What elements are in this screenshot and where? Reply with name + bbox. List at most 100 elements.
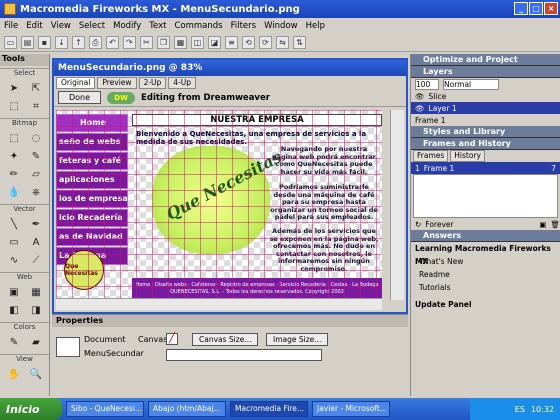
copy-icon[interactable]: ❐ (157, 36, 170, 49)
menu-text[interactable]: Text (149, 21, 166, 31)
redo-icon[interactable]: ↷ (123, 36, 136, 49)
canvas-color-swatch-icon[interactable]: ╱ (166, 333, 178, 345)
crop-tool-icon[interactable]: ⌗ (26, 98, 46, 114)
menu-filters[interactable]: Filters (231, 21, 256, 31)
vertical-scrollbar[interactable] (390, 110, 404, 300)
align-icon[interactable]: ≡ (225, 36, 238, 49)
hotspot-tool-icon[interactable]: ▣ (4, 284, 24, 300)
export-icon[interactable]: ↑ (72, 36, 85, 49)
lasso-tool-icon[interactable]: ◌ (26, 130, 46, 146)
nav-item-empresa[interactable]: ios de empresa (56, 190, 128, 208)
subselect-tool-icon[interactable]: ⇱ (26, 80, 46, 96)
nav-item-recaderia[interactable]: icio Recadería (56, 209, 128, 227)
optimize-panel-header[interactable]: Optimize and Project (411, 54, 560, 66)
new-frame-icon[interactable]: ▣ (539, 220, 546, 229)
tab-frames[interactable]: Frames (413, 150, 449, 162)
maximize-button[interactable]: □ (529, 2, 543, 15)
loop-icon[interactable]: ↻ (415, 220, 421, 229)
stroke-color-icon[interactable]: ✎ (4, 334, 24, 350)
horizontal-scrollbar[interactable] (56, 298, 382, 310)
line-tool-icon[interactable]: ╲ (4, 216, 24, 232)
scale-tool-icon[interactable]: ⬚ (4, 98, 24, 114)
marquee-tool-icon[interactable]: ⬚ (4, 130, 24, 146)
done-button[interactable]: Done (58, 91, 102, 104)
menu-select[interactable]: Select (79, 21, 105, 31)
brush-tool-icon[interactable]: ✎ (26, 148, 46, 164)
start-button[interactable]: Inicio (0, 398, 62, 420)
menu-window[interactable]: Window (264, 21, 298, 31)
nav-item-aplicaciones[interactable]: aplicaciones (56, 171, 128, 189)
rotate-ccw-icon[interactable]: ⟲ (242, 36, 255, 49)
opacity-field[interactable]: 100 (415, 78, 439, 90)
canvas-dropdown[interactable] (166, 349, 322, 361)
nav-item-navidad[interactable]: as de Navidad (56, 228, 128, 246)
text-tool-icon[interactable]: A (26, 234, 46, 250)
fill-color-icon[interactable]: ▰ (26, 334, 46, 350)
rubber-stamp-tool-icon[interactable]: ⎈ (26, 184, 46, 200)
tab-history[interactable]: History (450, 150, 485, 162)
styles-panel-header[interactable]: Styles and Library (411, 126, 560, 138)
menu-modify[interactable]: Modify (113, 21, 141, 31)
minimize-button[interactable]: _ (514, 2, 528, 15)
pen-tool-icon[interactable]: ✒ (26, 216, 46, 232)
layer-row-slice[interactable]: 👁 Slice (411, 90, 560, 102)
layers-panel-header[interactable]: Layers (411, 66, 560, 78)
blend-mode-select[interactable]: Normal (443, 78, 499, 90)
new-file-icon[interactable]: ▭ (4, 36, 17, 49)
cut-icon[interactable]: ✂ (140, 36, 153, 49)
import-icon[interactable]: ↓ (55, 36, 68, 49)
print-icon[interactable]: ⎙ (89, 36, 102, 49)
nav-item-cafeteras[interactable]: feteras y café (56, 152, 128, 170)
eye-icon[interactable]: 👁 (415, 104, 425, 113)
tab-original[interactable]: Original (56, 77, 96, 89)
flip-horizontal-icon[interactable]: ⇋ (276, 36, 289, 49)
tab-preview[interactable]: Preview (97, 77, 137, 89)
taskbar-item-sibo[interactable]: Sibo - QueNecesi... (66, 401, 144, 417)
slice-tool-icon[interactable]: ▦ (26, 284, 46, 300)
taskbar-item-javier[interactable]: Javier - Microsoft... (312, 401, 390, 417)
blur-tool-icon[interactable]: 💧 (4, 184, 24, 200)
answers-link-readme[interactable]: Readme (411, 268, 560, 281)
frame-row-1[interactable]: 1 Frame 1 7 (411, 162, 560, 174)
answers-link-whats-new[interactable]: What's New (411, 255, 560, 268)
layer-row-layer1[interactable]: 👁 Layer 1 (411, 102, 560, 114)
canvas-size-button[interactable]: Canvas Size... (192, 333, 259, 346)
paste-icon[interactable]: ▦ (174, 36, 187, 49)
zoom-tool-icon[interactable]: 🔍 (26, 366, 46, 382)
document-canvas[interactable]: Home seño de webs feteras y café aplicac… (56, 110, 382, 300)
tab-2up[interactable]: 2-Up (138, 77, 167, 89)
nav-item-home[interactable]: Home (56, 114, 128, 132)
eye-icon[interactable]: 👁 (415, 92, 425, 101)
nav-item-webs[interactable]: seño de webs (56, 133, 128, 151)
pencil-tool-icon[interactable]: ✏ (4, 166, 24, 182)
taskbar-item-abajo[interactable]: Abajo (htm/Abaj... (148, 401, 226, 417)
open-folder-icon[interactable]: ▤ (21, 36, 34, 49)
menu-file[interactable]: File (4, 21, 18, 31)
magic-wand-tool-icon[interactable]: ✦ (4, 148, 24, 164)
frames-history-panel-header[interactable]: Frames and History (411, 138, 560, 150)
language-indicator[interactable]: ES (515, 405, 525, 414)
answers-panel-header[interactable]: Answers (411, 230, 560, 242)
freeform-tool-icon[interactable]: ∿ (4, 252, 24, 268)
ungroup-icon[interactable]: ◪ (208, 36, 221, 49)
pointer-tool-icon[interactable]: ➤ (4, 80, 24, 96)
forever-label[interactable]: Forever (425, 220, 453, 229)
save-icon[interactable]: ▪ (38, 36, 51, 49)
show-slices-icon[interactable]: ◨ (26, 302, 46, 318)
knife-tool-icon[interactable]: ⟋ (26, 252, 46, 268)
menu-view[interactable]: View (51, 21, 71, 31)
answers-link-tutorials[interactable]: Tutorials (411, 281, 560, 294)
update-panel-title[interactable]: Update Panel (411, 298, 560, 311)
rotate-cw-icon[interactable]: ⟳ (259, 36, 272, 49)
hand-tool-icon[interactable]: ✋ (4, 366, 24, 382)
menu-commands[interactable]: Commands (174, 21, 222, 31)
group-icon[interactable]: ◫ (191, 36, 204, 49)
tab-4up[interactable]: 4-Up (168, 77, 197, 89)
flip-vertical-icon[interactable]: ⇅ (293, 36, 306, 49)
eraser-tool-icon[interactable]: ▱ (26, 166, 46, 182)
close-button[interactable]: × (544, 2, 558, 15)
rectangle-tool-icon[interactable]: ▭ (4, 234, 24, 250)
taskbar-item-fireworks[interactable]: Macromedia Fire... (230, 401, 308, 417)
image-size-button[interactable]: Image Size... (266, 333, 329, 346)
undo-icon[interactable]: ↶ (106, 36, 119, 49)
